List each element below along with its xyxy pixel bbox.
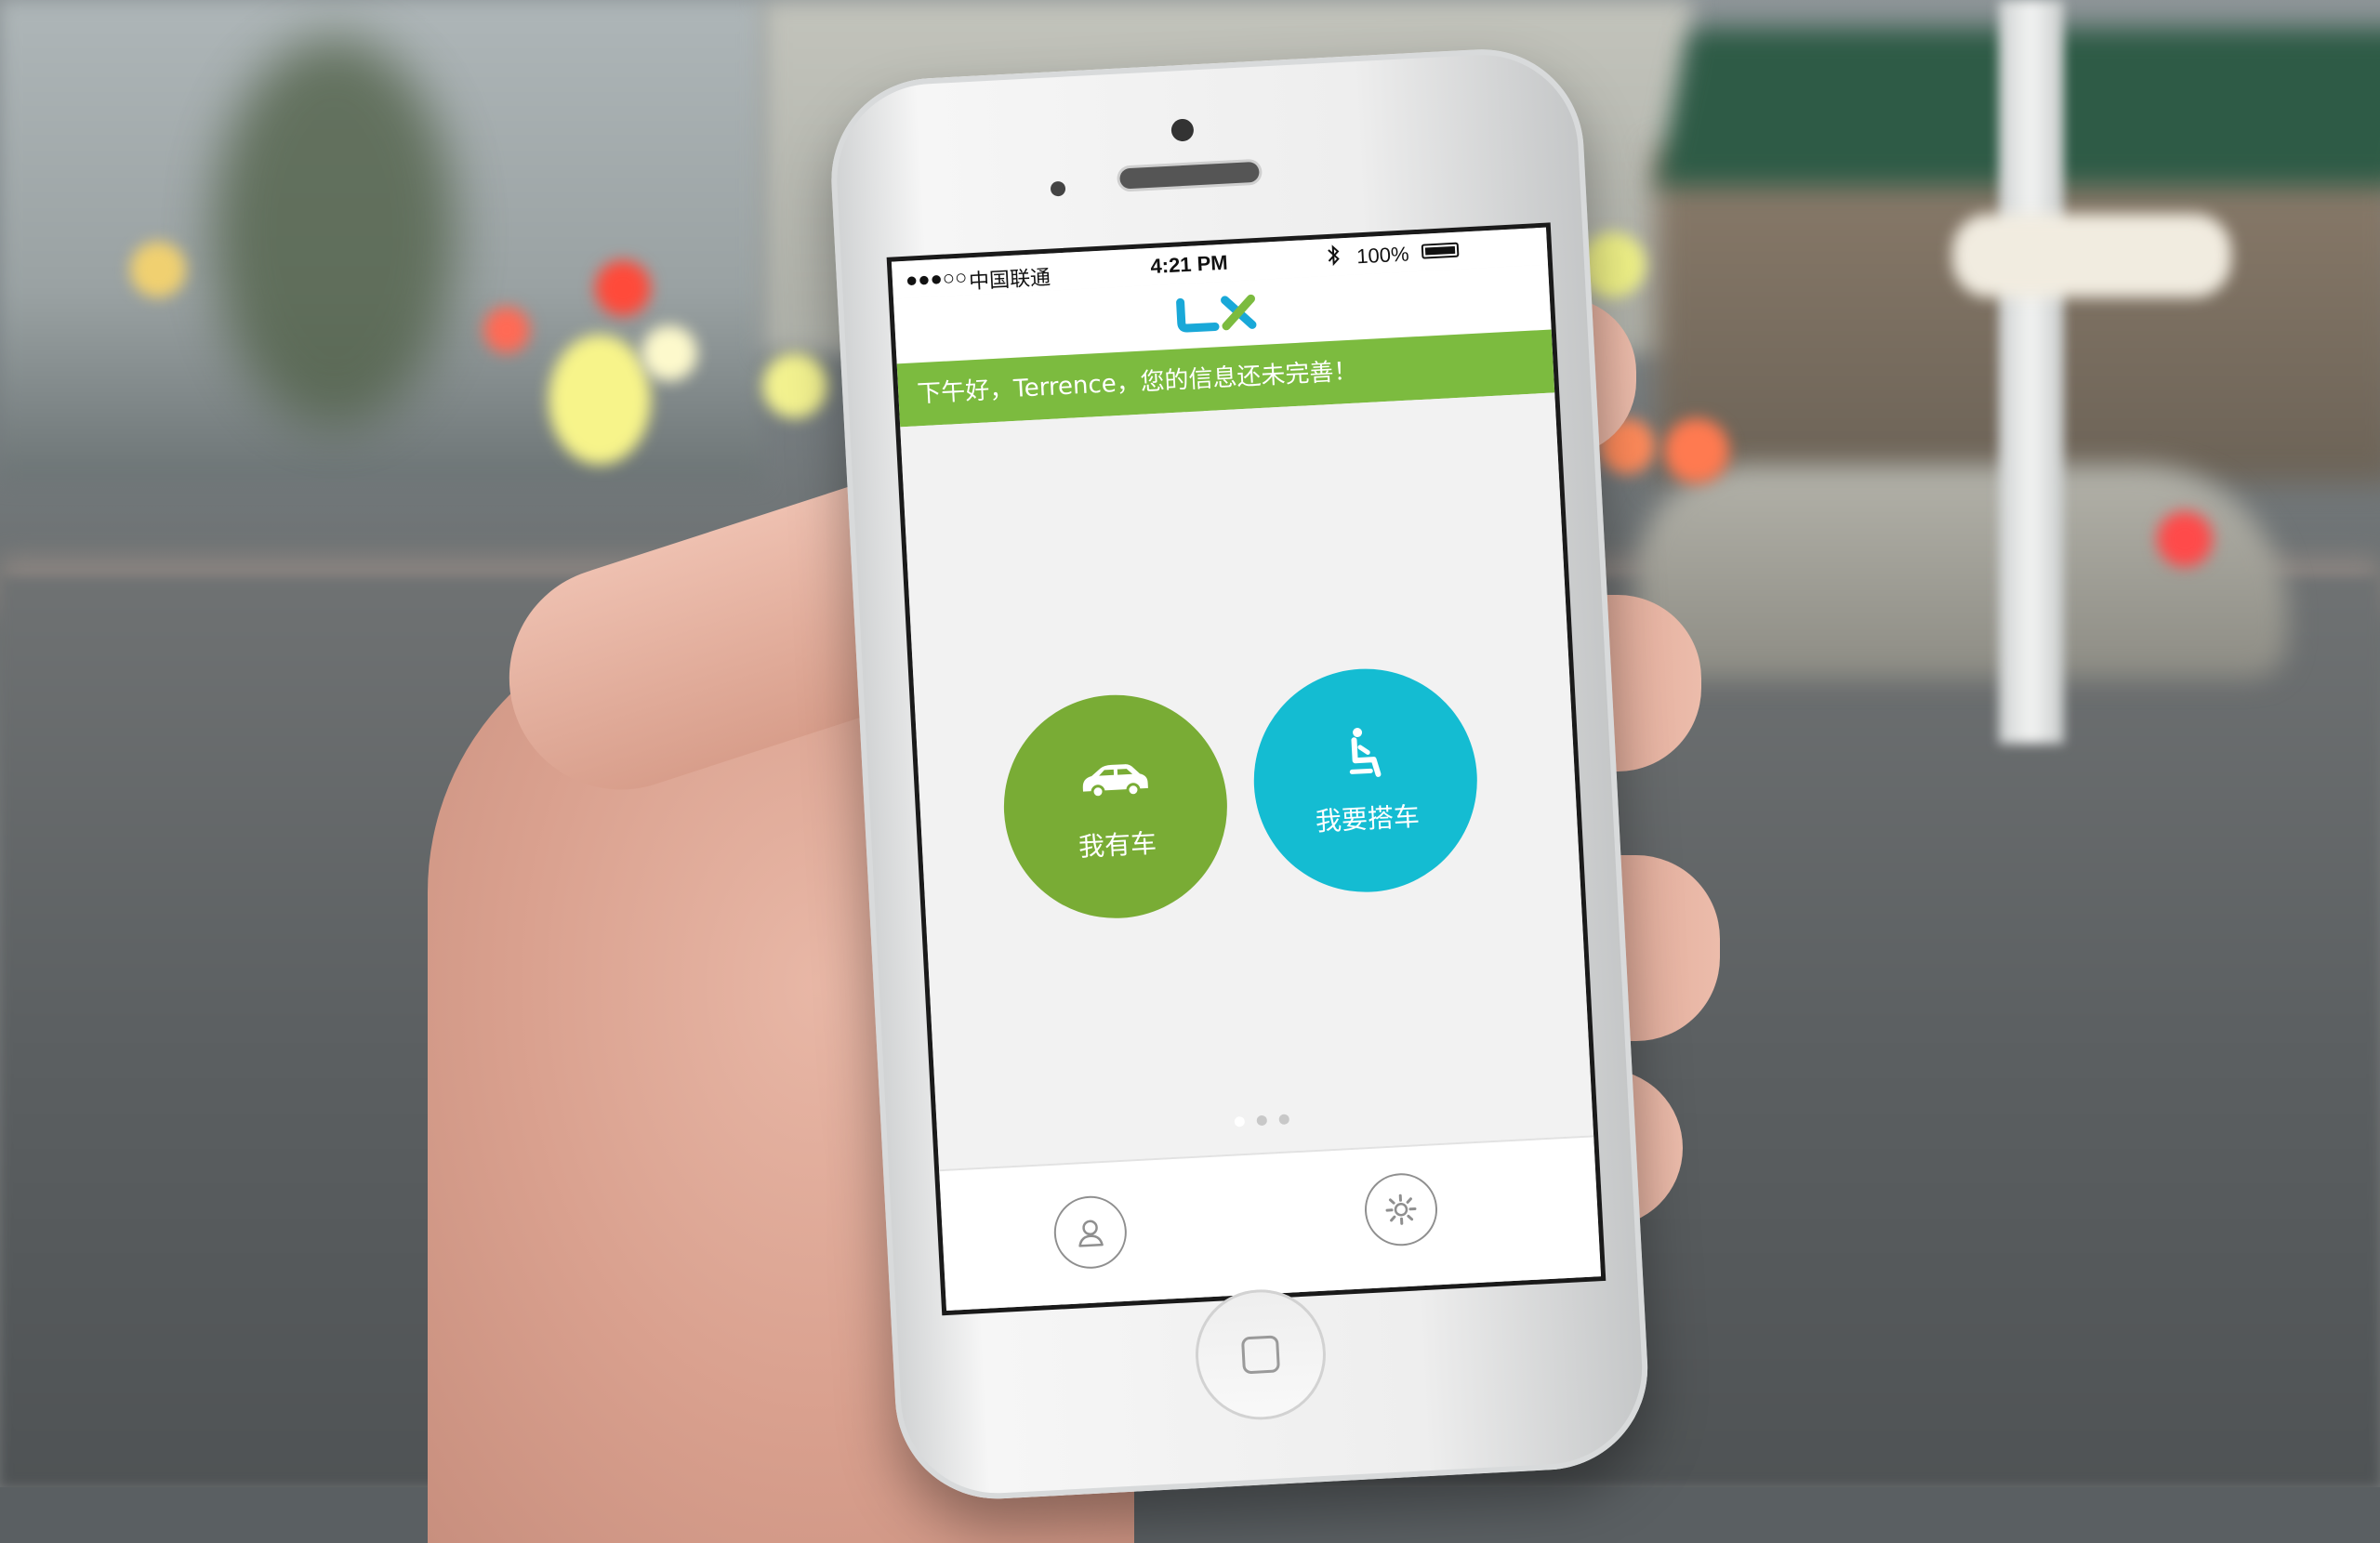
driver-label: 我有车 — [1078, 827, 1157, 863]
profile-button[interactable] — [1051, 1194, 1129, 1271]
phone-screen: ●●●○○ 中国联通 4:21 PM 100% 下午好，Terrence，您的信… — [886, 222, 1606, 1316]
battery-icon — [1421, 242, 1460, 259]
carrier-name: 中国联通 — [968, 265, 1051, 294]
bokeh-light — [595, 260, 651, 316]
bokeh-light — [2157, 511, 2213, 567]
page-dot[interactable] — [1278, 1114, 1290, 1126]
phone: ●●●○○ 中国联通 4:21 PM 100% 下午好，Terrence，您的信… — [826, 44, 1653, 1504]
background-pole — [1999, 0, 2064, 744]
driver-button[interactable]: 我有车 — [998, 689, 1234, 924]
home-square-icon — [1240, 1335, 1280, 1375]
bluetooth-icon — [1328, 244, 1340, 267]
page-dot[interactable] — [1234, 1115, 1246, 1128]
battery-percent: 100% — [1355, 242, 1410, 269]
gear-icon — [1385, 1194, 1417, 1225]
status-time: 4:21 PM — [1149, 250, 1229, 278]
bokeh-light — [130, 242, 186, 297]
passenger-label: 我要搭车 — [1315, 800, 1421, 837]
app-logo — [1176, 294, 1257, 333]
passenger-button[interactable]: 我要搭车 — [1248, 663, 1483, 898]
signal-indicator: ●●●○○ — [905, 265, 968, 292]
settings-button[interactable] — [1363, 1171, 1440, 1248]
bokeh-light — [1952, 214, 2231, 297]
page-indicator[interactable] — [1234, 1113, 1310, 1129]
main-content: 我有车 我要搭车 — [900, 392, 1594, 1170]
seat-icon — [1349, 728, 1382, 777]
page-dot[interactable] — [1256, 1114, 1268, 1127]
user-icon — [1078, 1220, 1104, 1247]
car-icon — [1082, 764, 1148, 799]
